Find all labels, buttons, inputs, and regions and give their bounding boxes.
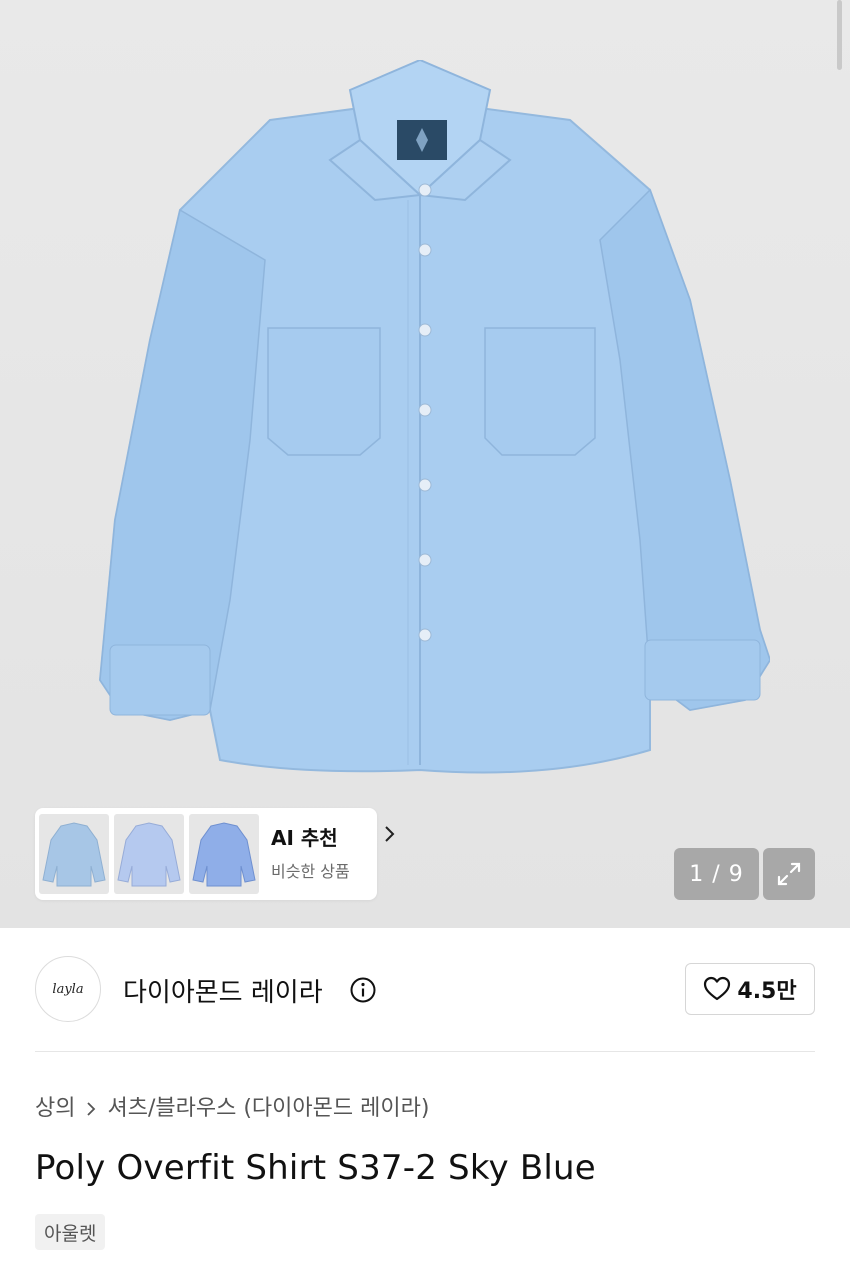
recommendation-thumbnail[interactable] — [39, 814, 109, 894]
product-image-gallery[interactable]: AI 추천 비슷한 상품 1 / 9 — [0, 0, 850, 928]
brand-row: layla 다이아몬드 레이라 4.5만 — [35, 954, 815, 1026]
breadcrumb-category[interactable]: 상의 — [35, 1090, 75, 1122]
expand-button[interactable] — [763, 848, 815, 900]
brand-logo[interactable]: layla — [35, 956, 101, 1022]
ai-recommendation-card[interactable]: AI 추천 비슷한 상품 — [35, 808, 395, 900]
product-main-image[interactable] — [90, 58, 772, 780]
breadcrumb: 상의 셔츠/블라우스 (다이아몬드 레이라) — [35, 1090, 429, 1122]
outlet-tag: 아울렛 — [35, 1214, 106, 1250]
like-button[interactable]: 4.5만 — [685, 963, 815, 1015]
chevron-right-icon — [380, 824, 400, 844]
product-title: Poly Overfit Shirt S37-2 Sky Blue — [35, 1148, 596, 1188]
scrollbar[interactable] — [837, 0, 842, 70]
expand-icon — [777, 862, 801, 886]
image-counter: 1 / 9 — [674, 848, 759, 900]
brand-logo-text: layla — [52, 981, 84, 997]
like-count: 4.5만 — [737, 979, 797, 1004]
heart-icon — [704, 976, 731, 1001]
breadcrumb-subcategory[interactable]: 셔츠/블라우스 (다이아몬드 레이라) — [107, 1090, 429, 1122]
recommendation-thumbnail[interactable] — [114, 814, 184, 894]
divider — [35, 1051, 815, 1052]
ai-recommend-title: AI 추천 — [271, 826, 338, 850]
brand-name[interactable]: 다이아몬드 레이라 — [123, 972, 323, 1009]
chevron-right-icon — [83, 1098, 99, 1116]
ai-recommend-subtitle: 비슷한 상품 — [271, 862, 350, 881]
recommendation-thumbnail[interactable] — [189, 814, 259, 894]
info-icon[interactable] — [349, 976, 377, 1004]
